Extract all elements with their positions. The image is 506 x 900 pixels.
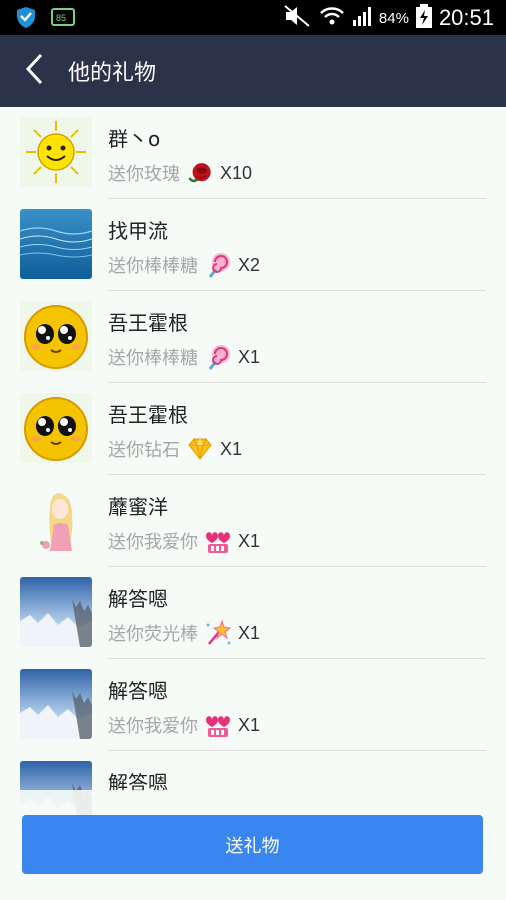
gift-count: X1	[238, 714, 261, 735]
page-title: 他的礼物	[68, 61, 157, 86]
gift-line: 送你钻石 X1	[108, 435, 242, 463]
clock: 20:51	[438, 5, 494, 30]
sky-avatar[interactable]	[20, 669, 92, 739]
gift-text: 送你我爱你	[108, 532, 198, 553]
water-avatar[interactable]	[20, 209, 92, 279]
love-icon	[204, 711, 232, 739]
smiley-avatar[interactable]	[20, 301, 92, 371]
gift-text: 送你我爱你	[108, 716, 198, 737]
gift-count: X10	[220, 162, 253, 183]
sky-avatar[interactable]	[20, 577, 92, 647]
back-button[interactable]	[12, 47, 56, 95]
cpu-icon: 85	[50, 6, 76, 32]
gift-count: X1	[238, 346, 261, 367]
gift-line: 送你我爱你 X1	[108, 711, 260, 739]
sender-name: 吾王霍根	[108, 311, 188, 335]
sender-name: 群丶o	[108, 127, 161, 151]
sender-name: 蘼蜜洋	[108, 495, 168, 519]
list-item[interactable]: 找甲流 送你棒棒糖 X2	[0, 199, 506, 291]
gift-text: 送你棒棒糖	[108, 348, 198, 369]
diamond-icon	[186, 435, 214, 463]
gift-line: 送你棒棒糖 X1	[108, 343, 260, 371]
smiley-avatar[interactable]	[20, 393, 92, 463]
status-bar: 85 84% 20:51	[0, 0, 506, 35]
title-bar: 他的礼物	[0, 35, 506, 107]
gift-text: 送你棒棒糖	[108, 256, 198, 277]
gift-count: X2	[238, 254, 261, 275]
bottom-bar: 送礼物	[0, 790, 506, 900]
lollipop-icon	[204, 343, 232, 371]
wifi-icon	[319, 4, 345, 32]
back-arrow-icon	[24, 52, 44, 90]
gift-text: 送你玫瑰	[108, 164, 180, 185]
battery-icon	[415, 3, 433, 33]
list-item[interactable]: 吾王霍根 送你钻石 X1	[0, 383, 506, 475]
list-item[interactable]: 群丶o 送你玫瑰 X10	[0, 107, 506, 199]
sender-name: 解答嗯	[108, 679, 168, 703]
sender-name: 解答嗯	[108, 587, 168, 611]
gift-line: 送你玫瑰 X10	[108, 159, 252, 187]
gift-line: 送你棒棒糖 X2	[108, 251, 260, 279]
gift-text: 送你荧光棒	[108, 624, 198, 645]
gift-list[interactable]: 群丶o 送你玫瑰 X10 找甲流 送你棒棒糖 X2 吾王霍根 送你棒棒糖 X1 …	[0, 107, 506, 900]
shield-icon	[14, 5, 38, 33]
sender-name: 找甲流	[108, 219, 168, 243]
gift-line: 送你荧光棒 X1	[108, 619, 260, 647]
rose-icon	[186, 159, 214, 187]
gift-text: 送你钻石	[108, 440, 180, 461]
girl-avatar[interactable]	[20, 485, 92, 555]
mute-icon	[283, 4, 313, 32]
send-gift-button[interactable]: 送礼物	[22, 815, 483, 874]
gift-count: X1	[238, 622, 261, 643]
svg-text:85: 85	[56, 13, 66, 23]
sun-avatar[interactable]	[20, 117, 92, 187]
list-item[interactable]: 蘼蜜洋 送你我爱你 X1	[0, 475, 506, 567]
lollipop-icon	[204, 251, 232, 279]
list-item[interactable]: 解答嗯 送你我爱你 X1	[0, 659, 506, 751]
glowstick-icon	[204, 619, 232, 647]
list-item[interactable]: 吾王霍根 送你棒棒糖 X1	[0, 291, 506, 383]
battery-percent: 84%	[378, 9, 409, 27]
sender-name: 吾王霍根	[108, 403, 188, 427]
gift-count: X1	[238, 530, 261, 551]
gift-count: X1	[220, 438, 243, 459]
gift-line: 送你我爱你 X1	[108, 527, 260, 555]
list-item[interactable]: 解答嗯 送你荧光棒 X1	[0, 567, 506, 659]
signal-icon	[351, 4, 373, 32]
love-icon	[204, 527, 232, 555]
